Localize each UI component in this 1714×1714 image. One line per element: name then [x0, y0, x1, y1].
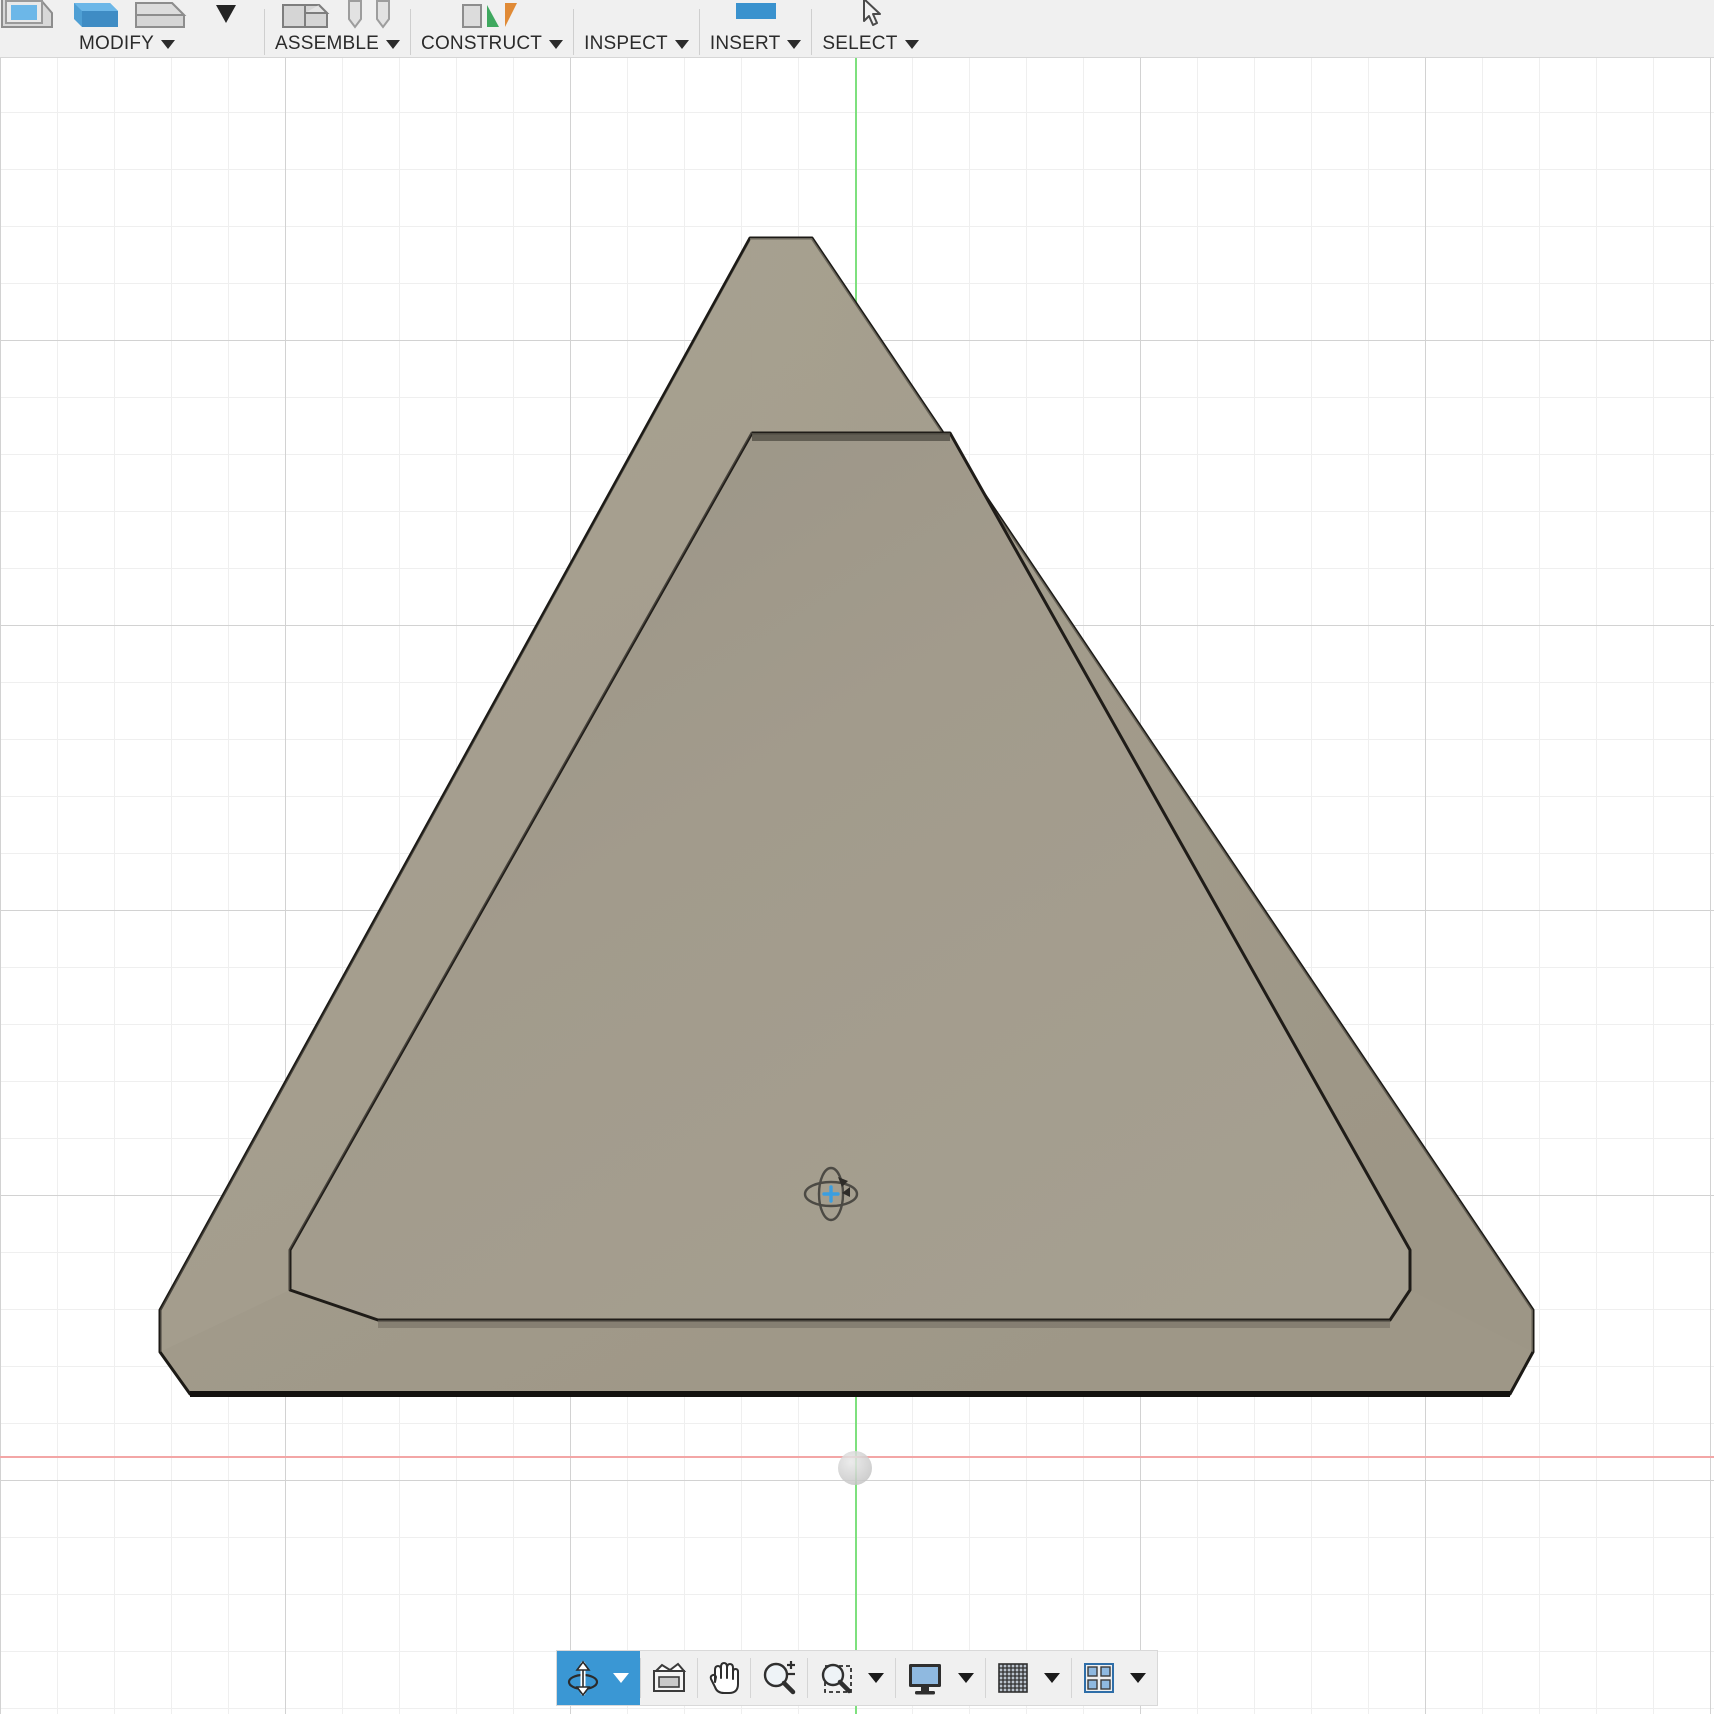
navbar-item-grid-snaps[interactable]	[986, 1651, 1071, 1705]
ribbon-group-assemble-icons	[275, 0, 400, 31]
navbar-item-viewports[interactable]	[1072, 1651, 1157, 1705]
ribbon-label-text: MODIFY	[79, 31, 154, 57]
navbar-item-pan[interactable]	[698, 1651, 750, 1705]
model-pocket-bottom-lip	[378, 1320, 1390, 1328]
chevron-down-icon[interactable]	[787, 40, 801, 49]
ribbon-group-insert-icons	[710, 0, 802, 31]
new-component-icon[interactable]	[277, 0, 333, 31]
ribbon-group-inspect[interactable]: INSPECT	[574, 0, 699, 57]
insert-decal-icon[interactable]	[728, 0, 784, 31]
chevron-down-icon[interactable]	[161, 40, 175, 49]
look-at-icon	[650, 1661, 688, 1695]
ribbon-label-text: INSPECT	[584, 31, 668, 57]
model-outer-face	[160, 238, 1533, 1394]
grid-icon[interactable]	[986, 1651, 1040, 1705]
y-axis-line	[855, 58, 857, 1714]
triangular-shell-body[interactable]	[0, 58, 1714, 1714]
monitor-icon[interactable]	[896, 1651, 954, 1705]
viewports-icon[interactable]	[1072, 1651, 1126, 1705]
ribbon-toolbar: MODIFY	[0, 0, 1714, 58]
display-settings-dropdown-caret[interactable]	[958, 1673, 974, 1683]
3d-viewport-canvas[interactable]	[0, 58, 1714, 1714]
navbar-item-zoom-window[interactable]	[808, 1651, 895, 1705]
viewport-grid-minor	[0, 58, 1714, 1714]
orbit-rotate-icon[interactable]	[798, 1161, 864, 1227]
x-axis-line	[0, 1456, 1714, 1458]
zoom-window-icon[interactable]	[808, 1651, 864, 1705]
ribbon-group-construct[interactable]: CONSTRUCT	[411, 0, 573, 57]
ribbon-group-select[interactable]: SELECT	[812, 0, 928, 57]
fusion-app-window: MODIFY	[0, 0, 1714, 1714]
pan-hand-icon	[707, 1660, 741, 1696]
navbar-item-display-settings[interactable]	[896, 1651, 985, 1705]
navbar-item-look-at[interactable]	[641, 1651, 697, 1705]
ribbon-group-construct-label[interactable]: CONSTRUCT	[421, 31, 563, 57]
origin-point-marker[interactable]	[838, 1451, 872, 1485]
grid-snaps-dropdown-caret[interactable]	[1044, 1673, 1060, 1683]
ribbon-group-select-label[interactable]: SELECT	[822, 31, 918, 57]
ribbon-label-text: SELECT	[822, 31, 897, 57]
chevron-down-icon[interactable]	[905, 40, 919, 49]
model-pocket-face	[290, 433, 1410, 1320]
chevron-down-icon[interactable]	[386, 40, 400, 49]
ribbon-group-construct-icons	[421, 0, 563, 31]
fillet-icon[interactable]	[66, 0, 122, 31]
ribbon-group-assemble[interactable]: ASSEMBLE	[265, 0, 410, 57]
viewport-grid-major	[0, 58, 1714, 1714]
ribbon-group-modify-icons	[0, 0, 254, 31]
orbit-dropdown-caret[interactable]	[613, 1673, 629, 1683]
cursor-arrow-icon[interactable]	[842, 0, 898, 31]
viewports-dropdown-caret[interactable]	[1130, 1673, 1146, 1683]
model-rim-right-shade	[750, 238, 1533, 1352]
chevron-down-icon[interactable]	[549, 40, 563, 49]
ribbon-group-insert-label[interactable]: INSERT	[710, 31, 802, 57]
joint-icon[interactable]	[343, 0, 399, 31]
zoom-window-dropdown-caret[interactable]	[868, 1673, 884, 1683]
offset-plane-icon[interactable]	[464, 0, 520, 31]
ribbon-label-text: INSERT	[710, 31, 781, 57]
ribbon-group-modify-label[interactable]: MODIFY	[0, 31, 254, 57]
ribbon-group-assemble-label[interactable]: ASSEMBLE	[275, 31, 400, 57]
press-pull-icon[interactable]	[0, 0, 56, 31]
ribbon-group-select-icons	[822, 0, 918, 31]
zoom-icon	[760, 1660, 798, 1696]
ribbon-group-insert[interactable]: INSERT	[700, 0, 812, 57]
orbit-icon[interactable]	[557, 1651, 609, 1705]
ribbon-group-modify[interactable]: MODIFY	[0, 0, 264, 57]
shell-icon[interactable]	[132, 0, 188, 31]
model-left-highlight	[160, 240, 752, 1352]
ribbon-group-inspect-label[interactable]: INSPECT	[584, 31, 689, 57]
ribbon-group-inspect-icons	[584, 0, 689, 31]
modify-more-icon[interactable]	[198, 0, 254, 31]
navbar-item-orbit[interactable]	[557, 1651, 640, 1705]
ribbon-label-text: CONSTRUCT	[421, 31, 542, 57]
view-navigation-bar	[556, 1650, 1158, 1706]
chevron-down-icon[interactable]	[675, 40, 689, 49]
model-pocket-top-lip	[752, 433, 950, 441]
navbar-item-zoom[interactable]	[751, 1651, 807, 1705]
ribbon-label-text: ASSEMBLE	[275, 31, 379, 57]
